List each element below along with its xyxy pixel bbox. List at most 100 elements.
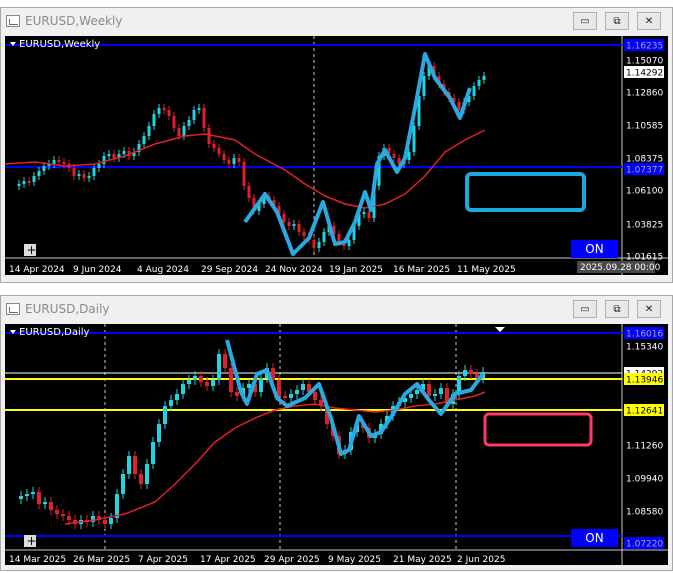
weekly-candle: [302, 232, 306, 236]
weekly-candle: [122, 151, 126, 154]
weekly-candle: [72, 168, 76, 176]
weekly-candle: [177, 128, 181, 136]
weekly-price-label: 1.03825: [626, 221, 663, 231]
daily-candle: [427, 384, 431, 396]
daily-candle: [259, 378, 263, 392]
daily-price-label: 1.13946: [626, 376, 663, 386]
daily-candle: [235, 392, 239, 396]
daily-chart-svg: EURUSD,Daily 1.160161.153401.142921.1394…: [5, 324, 668, 565]
daily-candle: [175, 394, 179, 400]
weekly-price-label: 1.15070: [626, 57, 663, 67]
weekly-candle: [317, 242, 321, 248]
weekly-candle: [182, 126, 186, 136]
daily-candle: [193, 376, 197, 380]
daily-candle: [301, 384, 305, 390]
weekly-title-bar[interactable]: EURUSD,Weekly ▭ ⧉ ✕: [1, 8, 672, 36]
daily-candle: [247, 384, 251, 388]
weekly-candle: [242, 162, 246, 186]
weekly-chart-window[interactable]: EURUSD,Weekly ▭ ⧉ ✕ EURUSD,Weekly 1.1623…: [0, 7, 673, 283]
daily-window-title: EURUSD,Daily: [25, 302, 110, 316]
daily-date-label: 17 Apr 2025: [200, 555, 256, 565]
weekly-candle: [347, 240, 351, 246]
daily-price-label: 1.11260: [626, 442, 663, 452]
weekly-price-label: 1.14292: [626, 69, 663, 79]
weekly-candle: [322, 232, 326, 242]
daily-candle: [31, 492, 35, 494]
daily-candle: [55, 510, 59, 514]
weekly-candle: [482, 76, 486, 80]
weekly-date-label: 24 Nov 2024: [265, 265, 323, 275]
weekly-candle: [102, 156, 106, 164]
daily-date-label: 14 Mar 2025: [9, 555, 66, 565]
daily-candle: [469, 370, 473, 374]
weekly-candle: [222, 154, 226, 160]
daily-candle: [19, 496, 23, 499]
weekly-candle: [457, 102, 461, 110]
daily-date-label: 2 Jun 2025: [457, 555, 505, 565]
daily-trend-drawing: [225, 339, 485, 456]
daily-candle: [223, 354, 227, 368]
daily-candle: [463, 370, 467, 376]
weekly-on-button[interactable]: ON: [571, 240, 618, 258]
weekly-candle: [42, 166, 46, 171]
weekly-chart-svg: EURUSD,Weekly 1.16235 1.15070 1.14292 1.128…: [4, 36, 668, 275]
daily-candle: [121, 474, 125, 494]
restore-button[interactable]: ⧉: [605, 300, 629, 318]
daily-candle: [43, 502, 47, 504]
daily-title-bar[interactable]: EURUSD,Daily ▭ ⧉ ✕: [1, 296, 672, 324]
daily-on-button[interactable]: ON: [571, 529, 618, 547]
weekly-candle: [477, 80, 481, 86]
weekly-candle: [112, 154, 116, 158]
daily-candle: [229, 368, 233, 392]
daily-date-label: 7 Apr 2025: [138, 555, 188, 565]
weekly-candle: [172, 116, 176, 128]
weekly-price-label: 1.16235: [626, 42, 663, 52]
weekly-candle: [472, 86, 476, 96]
weekly-candle: [227, 160, 231, 164]
minimize-button[interactable]: ▭: [573, 300, 597, 318]
weekly-candle: [412, 126, 416, 152]
weekly-candle: [32, 176, 36, 182]
weekly-candle: [167, 110, 171, 116]
weekly-candle: [237, 158, 241, 162]
daily-candle: [277, 380, 281, 396]
weekly-candle: [312, 240, 316, 248]
daily-candle: [25, 494, 29, 496]
weekly-candle: [392, 154, 396, 158]
close-button[interactable]: ✕: [637, 12, 661, 30]
weekly-candle: [152, 114, 156, 126]
daily-chart-area[interactable]: EURUSD,Daily 1.160161.153401.142921.1394…: [5, 324, 668, 565]
weekly-candle: [292, 224, 296, 226]
daily-candle: [409, 394, 413, 398]
daily-shift-marker-icon: [495, 327, 505, 332]
daily-candle: [61, 514, 65, 516]
weekly-candle: [37, 171, 41, 176]
weekly-price-label: 1.12860: [626, 89, 663, 99]
close-button[interactable]: ✕: [637, 300, 661, 318]
plus-icon: +: [27, 534, 37, 548]
daily-candle: [145, 464, 149, 484]
weekly-candle: [197, 108, 201, 110]
minimize-button[interactable]: ▭: [573, 12, 597, 30]
weekly-candle: [337, 234, 341, 242]
weekly-candle: [77, 174, 81, 176]
daily-chart-label: EURUSD,Daily: [19, 327, 90, 338]
weekly-chart-area[interactable]: EURUSD,Weekly 1.16235 1.15070 1.14292 1.128…: [4, 36, 668, 275]
daily-candle: [415, 390, 419, 394]
daily-candle: [205, 382, 209, 386]
weekly-candle: [282, 214, 286, 222]
daily-chart-window[interactable]: EURUSD,Daily ▭ ⧉ ✕ EURUSD,Daily 1.16016 1…: [0, 295, 673, 571]
daily-candle: [67, 516, 71, 520]
daily-candle: [133, 456, 137, 474]
weekly-candle: [287, 222, 291, 226]
weekly-candle: [92, 168, 96, 176]
daily-price-label: 1.08580: [626, 508, 663, 518]
daily-candle: [439, 388, 443, 394]
daily-candle: [217, 354, 221, 380]
weekly-candle: [82, 174, 86, 178]
daily-candle: [295, 390, 299, 394]
weekly-window-title: EURUSD,Weekly: [25, 14, 123, 28]
restore-button[interactable]: ⧉: [605, 12, 629, 30]
weekly-candle: [97, 164, 101, 168]
weekly-date-label: 19 Jan 2025: [329, 265, 383, 275]
